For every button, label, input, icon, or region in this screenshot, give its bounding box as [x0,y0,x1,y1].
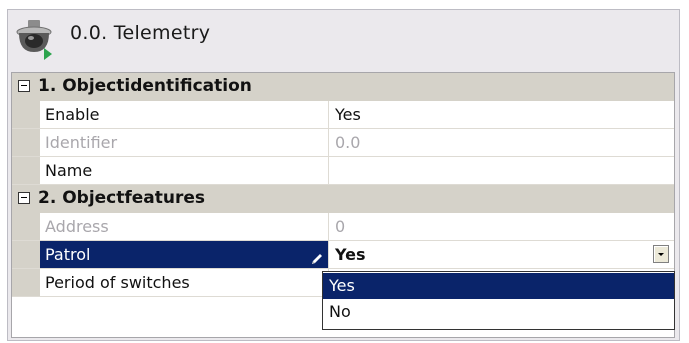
property-value: 0 [335,217,346,236]
collapse-icon[interactable] [18,80,30,92]
dome-camera-icon [14,18,54,62]
property-row-patrol[interactable]: Patrol Yes [12,241,674,269]
edit-pencil-icon [310,247,324,264]
property-row-identifier[interactable]: Identifier 0.0 [12,129,674,157]
category-label: 1. Objectidentification [38,76,252,96]
category-object-features[interactable]: 2. Objectfeatures [12,185,674,213]
property-name: Enable [40,101,329,128]
property-name: Name [40,157,329,184]
patrol-dropdown-list[interactable]: Yes No [322,271,675,330]
property-name: Period of switches [40,269,329,296]
category-label: 2. Objectfeatures [38,188,206,208]
property-value-text: Yes [335,245,366,264]
property-row-address[interactable]: Address 0 [12,213,674,241]
property-name: Address [40,213,329,240]
dropdown-option-yes[interactable]: Yes [323,273,674,299]
panel-header: 0.0. Telemetry [8,10,679,68]
property-name: Patrol [40,241,329,268]
category-object-identification[interactable]: 1. Objectidentification [12,73,674,101]
dropdown-option-no[interactable]: No [323,299,674,325]
property-value: 0.0 [335,133,361,152]
row-gutter [12,241,40,268]
row-gutter [12,101,40,128]
property-name: Identifier [40,129,329,156]
page-title: 0.0. Telemetry [70,22,211,44]
property-value[interactable]: Yes [329,101,674,128]
property-row-enable[interactable]: Enable Yes [12,101,674,129]
row-gutter [12,129,40,156]
row-gutter [12,157,40,184]
dropdown-arrow-button[interactable] [653,245,669,263]
row-gutter [12,269,40,296]
row-gutter [12,213,40,240]
collapse-icon[interactable] [18,192,30,204]
property-value[interactable] [329,157,674,184]
property-row-name[interactable]: Name [12,157,674,185]
property-name-text: Patrol [45,245,91,264]
property-value[interactable]: Yes [329,241,674,268]
